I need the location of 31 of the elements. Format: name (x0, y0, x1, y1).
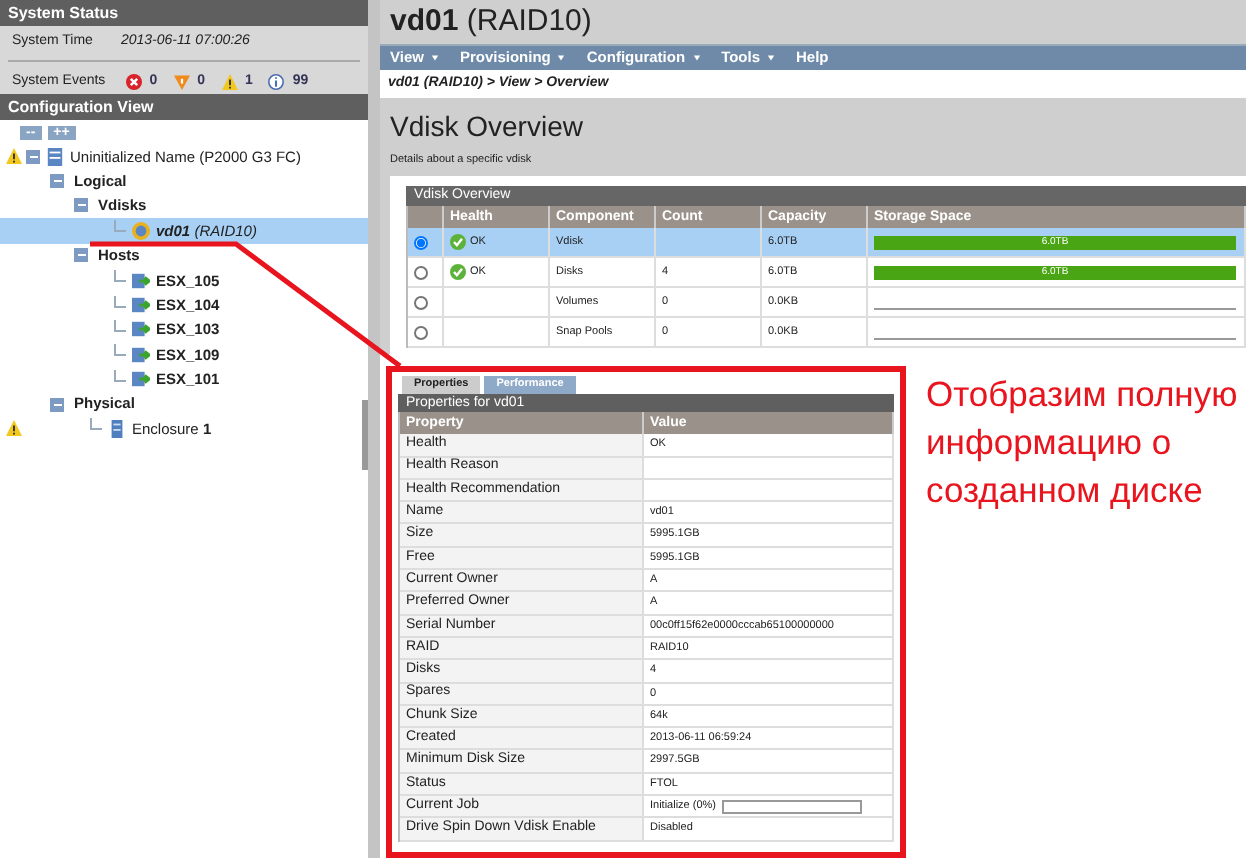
check-icon (450, 234, 466, 251)
enclosure-icon (108, 419, 126, 438)
annotation-text: Отобразим полную информацию о созданном диске (924, 372, 1240, 515)
radio-button[interactable] (414, 265, 428, 280)
storage-icon (46, 147, 64, 166)
collapse-icon[interactable] (74, 198, 88, 213)
warning-icon (221, 73, 237, 89)
error-icon (125, 73, 142, 89)
radio-button[interactable] (414, 235, 428, 250)
collapse-icon[interactable] (26, 149, 40, 164)
table-cell (656, 228, 762, 259)
panel-header: Configuration View (0, 94, 368, 120)
host-icon (132, 345, 150, 364)
info-icon (268, 73, 285, 89)
alert-icon (173, 73, 190, 89)
collapse-icon[interactable] (50, 397, 64, 412)
column-header (408, 206, 444, 229)
check-icon (450, 264, 466, 281)
scrollbar[interactable] (362, 400, 368, 470)
radio-button[interactable] (414, 325, 428, 340)
host-icon (132, 370, 150, 389)
radio-button[interactable] (414, 295, 428, 310)
collapse-icon[interactable] (74, 248, 88, 263)
section-heading: Vdisk Overview (388, 108, 585, 142)
host-icon (132, 271, 150, 290)
disk-icon (132, 221, 150, 240)
host-icon (132, 296, 150, 315)
page-title: vd01 (RAID10) (388, 2, 594, 42)
panel-header: System Status (0, 0, 368, 26)
collapse-icon[interactable] (50, 174, 64, 189)
host-icon (132, 320, 150, 339)
